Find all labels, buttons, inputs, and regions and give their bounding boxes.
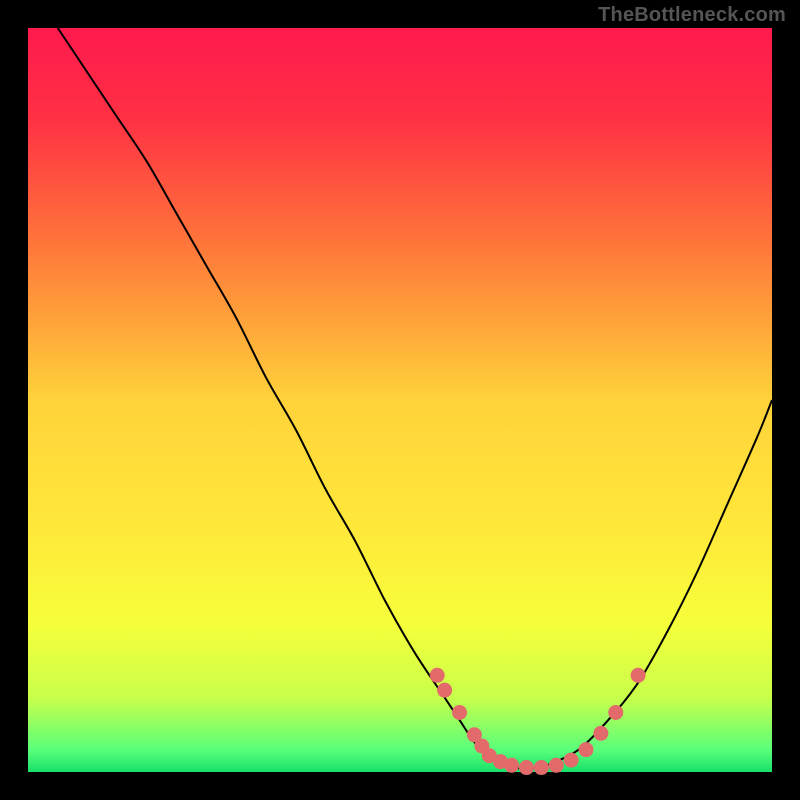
bottleneck-chart-svg xyxy=(28,28,772,772)
highlight-dot xyxy=(631,668,646,683)
highlight-dot xyxy=(579,742,594,757)
highlight-dot xyxy=(534,760,549,775)
highlight-dot xyxy=(437,683,452,698)
highlight-dots-group xyxy=(430,668,646,775)
highlight-dot xyxy=(452,705,467,720)
highlight-dot xyxy=(549,758,564,773)
watermark-text: TheBottleneck.com xyxy=(598,4,786,27)
highlight-dot xyxy=(564,753,579,768)
highlight-dot xyxy=(519,760,534,775)
highlight-dot xyxy=(593,726,608,741)
chart-frame: TheBottleneck.com xyxy=(0,0,800,800)
highlight-dot xyxy=(430,668,445,683)
bottleneck-curve xyxy=(58,28,772,769)
highlight-dot xyxy=(608,705,623,720)
highlight-dot xyxy=(504,758,519,773)
